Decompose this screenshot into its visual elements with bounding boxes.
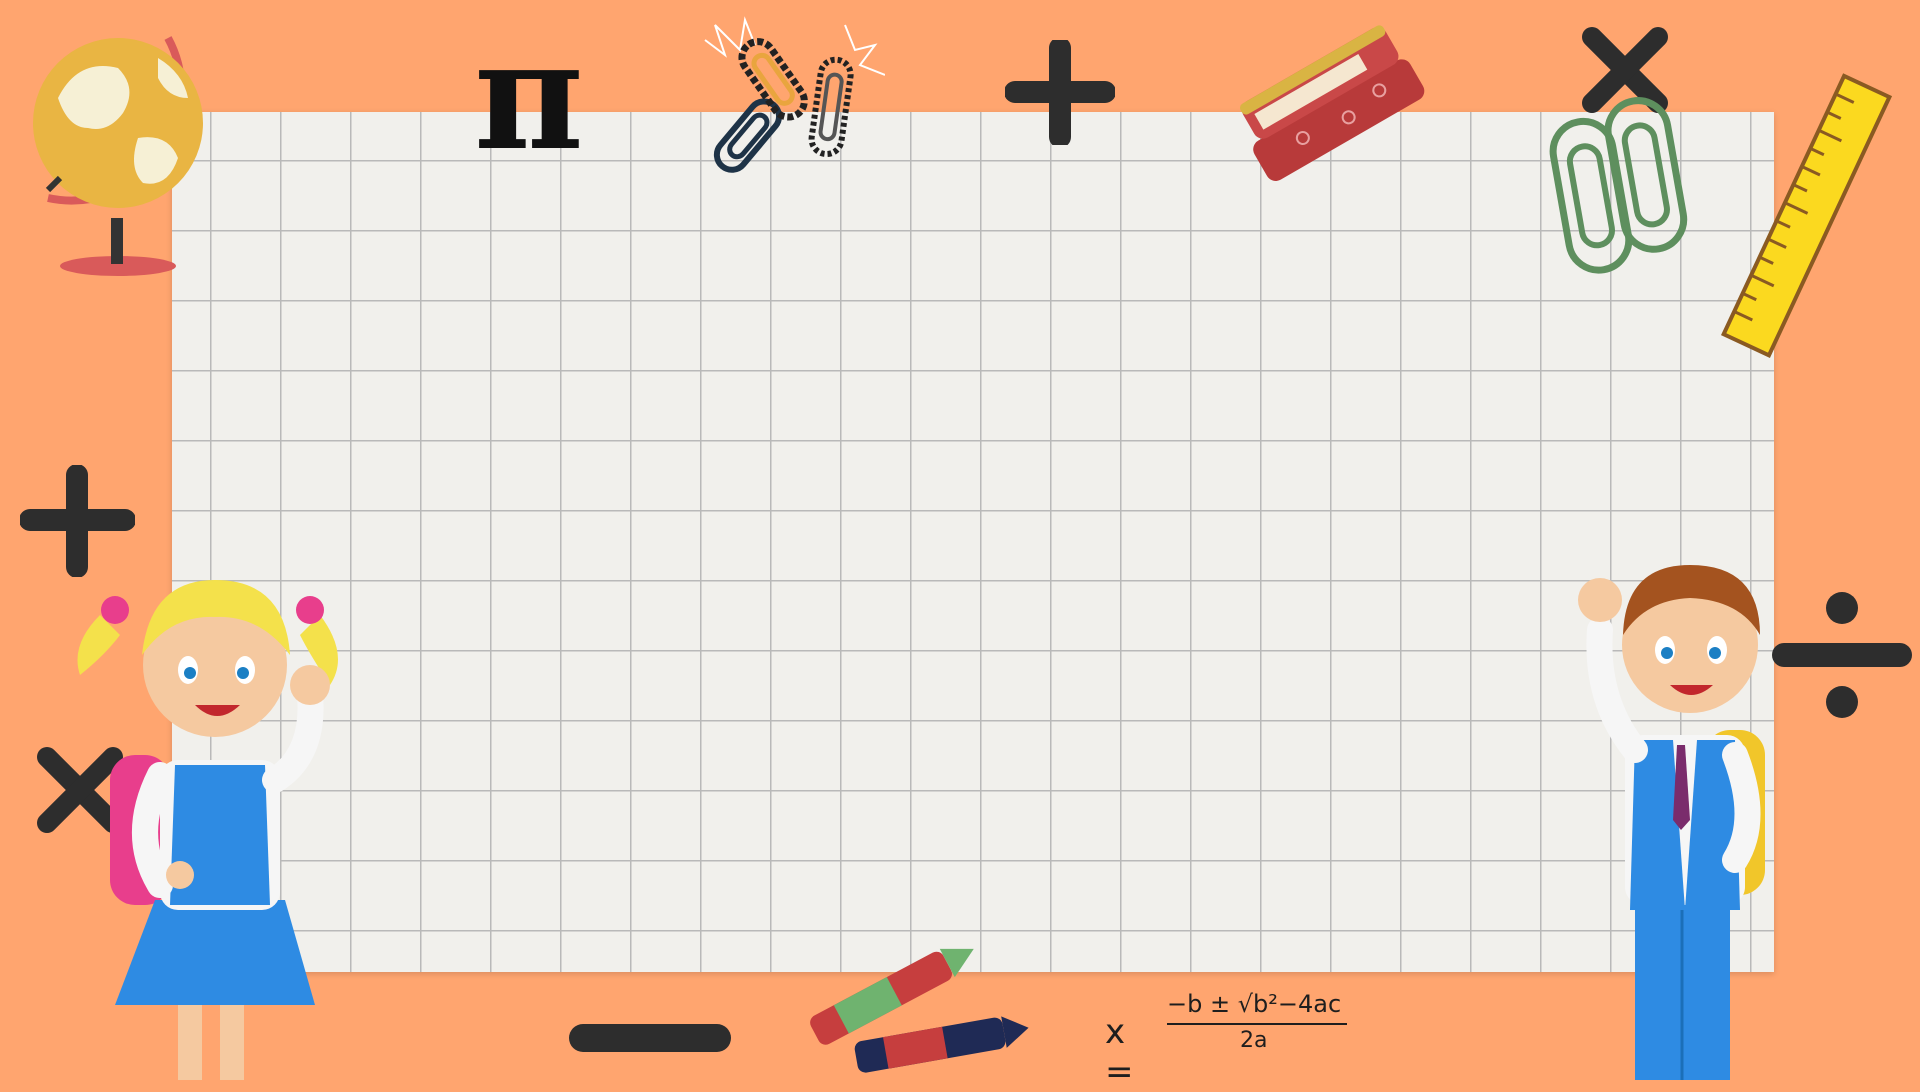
- crayons-icon: [810, 948, 1029, 1073]
- plus-symbol: [1005, 40, 1115, 145]
- formula-denominator: 2a: [1240, 1028, 1268, 1053]
- globe-icon: [33, 36, 203, 276]
- formula-numerator: −b ± √b²−4ac: [1167, 990, 1342, 1018]
- ruler-icon: [1720, 73, 1893, 358]
- stapler-icon: [1240, 25, 1425, 181]
- girl-student: [77, 580, 338, 1080]
- pi-symbol: π: [474, 8, 584, 184]
- formula-lhs: x =: [1105, 1012, 1134, 1092]
- boy-student: [1578, 565, 1765, 1080]
- paperclips-icon: [1549, 97, 1688, 274]
- minus-symbol: [569, 1024, 731, 1052]
- paperclips-icon: [704, 16, 885, 173]
- fraction-bar: [1167, 1023, 1347, 1025]
